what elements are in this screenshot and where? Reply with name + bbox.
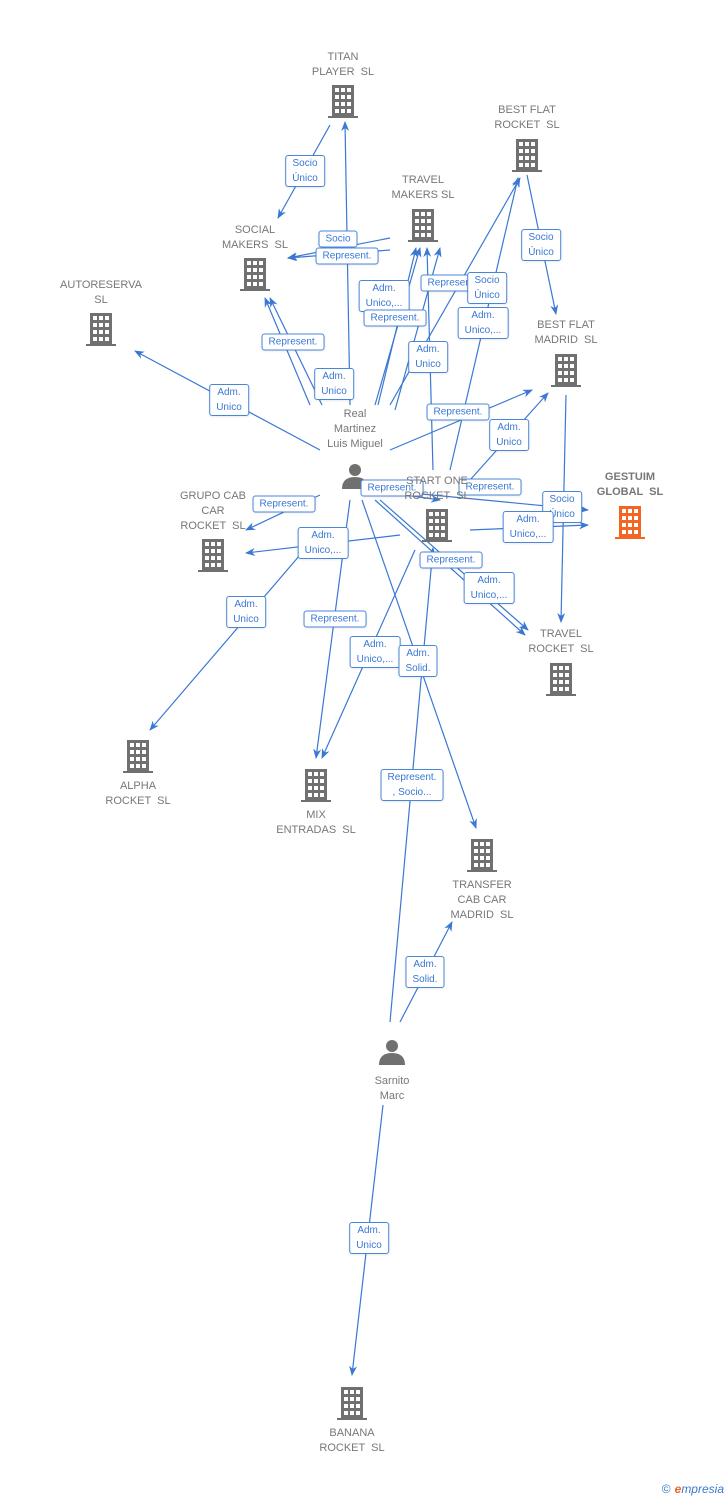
node-label-auto[interactable]: AUTORESERVA SL [60,278,142,308]
edge-label[interactable]: Adm. Unico,... [349,636,401,668]
building-icon[interactable] [240,258,270,291]
diagram-canvas [86,85,645,1420]
building-icon[interactable] [467,839,497,872]
edge-label[interactable]: Adm. Solid. [398,645,438,677]
edge-label[interactable]: Adm. Unico [226,596,266,628]
footer-brand: © empresia [662,1482,724,1496]
node-label-bfm[interactable]: BEST FLAT MADRID SL [535,318,598,348]
building-icon[interactable] [408,209,438,242]
network-diagram: Socio Único Socio Único Socio Represent. Rep… [0,0,728,1500]
node-label-bfr[interactable]: BEST FLAT ROCKET SL [494,103,559,133]
node-label-grupo[interactable]: GRUPO CAB CAR ROCKET SL [180,489,246,534]
building-icon[interactable] [86,313,116,346]
edge-label[interactable]: Represent. [426,403,490,421]
edge-label[interactable]: Adm. Unico,... [297,527,349,559]
building-icon[interactable] [198,539,228,572]
edge-real-tm [377,247,418,406]
node-label-tr[interactable]: TRAVEL ROCKET SL [528,627,593,657]
edge-label[interactable]: Adm. Solid. [405,956,445,988]
edge-label[interactable]: Adm. Unico [349,1222,389,1254]
edge-label[interactable]: Adm. Unico,... [457,307,509,339]
person-icon[interactable] [379,1040,405,1065]
edge-label[interactable]: Represent. [303,610,367,628]
building-icon[interactable] [512,139,542,172]
edge-label[interactable]: Socio Único [285,155,325,187]
edge-label[interactable]: Represent. [315,247,379,265]
node-label-sarnito[interactable]: Sarnito Marc [375,1074,410,1104]
edge-label[interactable]: Represent. [419,551,483,569]
edge-label[interactable]: Represent. [363,309,427,327]
node-label-gestuim[interactable]: GESTUIM GLOBAL SL [597,470,663,500]
node-label-alpha[interactable]: ALPHA ROCKET SL [105,779,170,809]
building-icon[interactable] [551,354,581,387]
edge-label[interactable]: Represent. , Socio... [380,769,444,801]
edge-label[interactable]: Socio Único [467,272,507,304]
building-icon[interactable] [337,1387,367,1420]
edge-label[interactable]: Adm. Unico [489,419,529,451]
node-label-transfer[interactable]: TRANSFER CAB CAR MADRID SL [451,878,514,923]
edge-label[interactable]: Represent. [261,333,325,351]
building-icon[interactable] [301,769,331,802]
edge-label[interactable]: Socio Único [521,229,561,261]
edge-label[interactable]: Adm. Unico,... [358,280,410,312]
node-label-real[interactable]: Real Martinez Luis Miguel [327,407,383,452]
building-icon[interactable] [422,509,452,542]
edge-label[interactable]: Adm. Unico [408,341,448,373]
building-icon[interactable] [123,740,153,773]
edge-real-social [264,297,311,406]
edge-label[interactable]: Adm. Unico [209,384,249,416]
building-icon[interactable] [615,506,645,539]
edge-real-alpha [149,554,301,731]
building-icon[interactable] [546,663,576,696]
node-label-titan[interactable]: TITAN PLAYER SL [312,50,374,80]
edge-label[interactable]: Adm. Unico,... [502,511,554,543]
node-label-banana[interactable]: BANANA ROCKET SL [319,1426,384,1456]
edge-label[interactable]: Adm. Unico,... [463,572,515,604]
edge-label[interactable]: Adm. Unico [314,368,354,400]
brand-logo-text: mpresia [681,1482,724,1496]
building-icon[interactable] [328,85,358,118]
node-label-tm[interactable]: TRAVEL MAKERS SL [392,173,455,203]
edge-label[interactable]: Socio [318,230,358,248]
node-label-social[interactable]: SOCIAL MAKERS SL [222,223,288,253]
copyright-icon: © [661,1482,671,1496]
node-label-mix[interactable]: MIX ENTRADAS SL [276,808,355,838]
edge-label[interactable]: Represent. [252,495,316,513]
node-label-start[interactable]: START ONE ROCKET SL [404,474,469,504]
